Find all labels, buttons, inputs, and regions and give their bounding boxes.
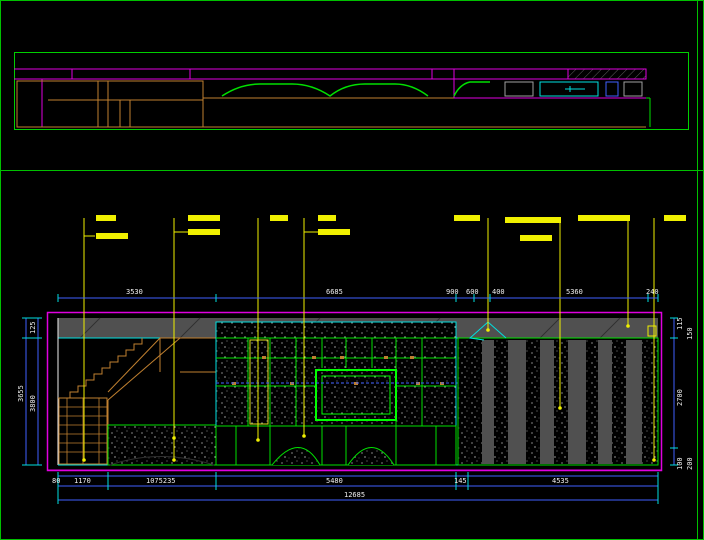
dim-left-1: 3655 <box>17 385 25 402</box>
dim-bottom-1: 80 <box>52 477 60 485</box>
dim-top-5: 400 <box>492 288 505 296</box>
dim-overall: 12685 <box>344 491 365 499</box>
dim-top-2: 6685 <box>326 288 343 296</box>
dim-bottom-5: 145 <box>454 477 467 485</box>
dim-left-2: 3800 <box>29 395 37 412</box>
dim-top-3: 900 <box>446 288 459 296</box>
callout-labels <box>96 215 686 241</box>
dim-top-6: 5360 <box>566 288 583 296</box>
dim-right-5: 100 <box>676 457 684 470</box>
dim-right-4: 200 <box>686 457 694 470</box>
cad-drawing-canvas: 3530 6685 900 600 400 5360 240 80 1170 1… <box>0 0 704 540</box>
dim-top-7: 240 <box>646 288 659 296</box>
dim-right-1: 115 <box>676 317 684 330</box>
marble-columns <box>457 321 659 466</box>
dim-left-3: 125 <box>29 321 37 334</box>
dim-top-1: 3530 <box>126 288 143 296</box>
plan-view <box>14 52 689 130</box>
dim-bottom-6: 4535 <box>552 477 569 485</box>
dim-top-4: 600 <box>466 288 479 296</box>
dim-right-3: 2700 <box>676 389 684 406</box>
elevation-view <box>46 311 663 472</box>
dim-bottom-4: 5480 <box>326 477 343 485</box>
dim-right-2: 150 <box>686 327 694 340</box>
dim-bottom-2: 1170 <box>74 477 91 485</box>
dim-bottom-3: 1075235 <box>146 477 176 485</box>
